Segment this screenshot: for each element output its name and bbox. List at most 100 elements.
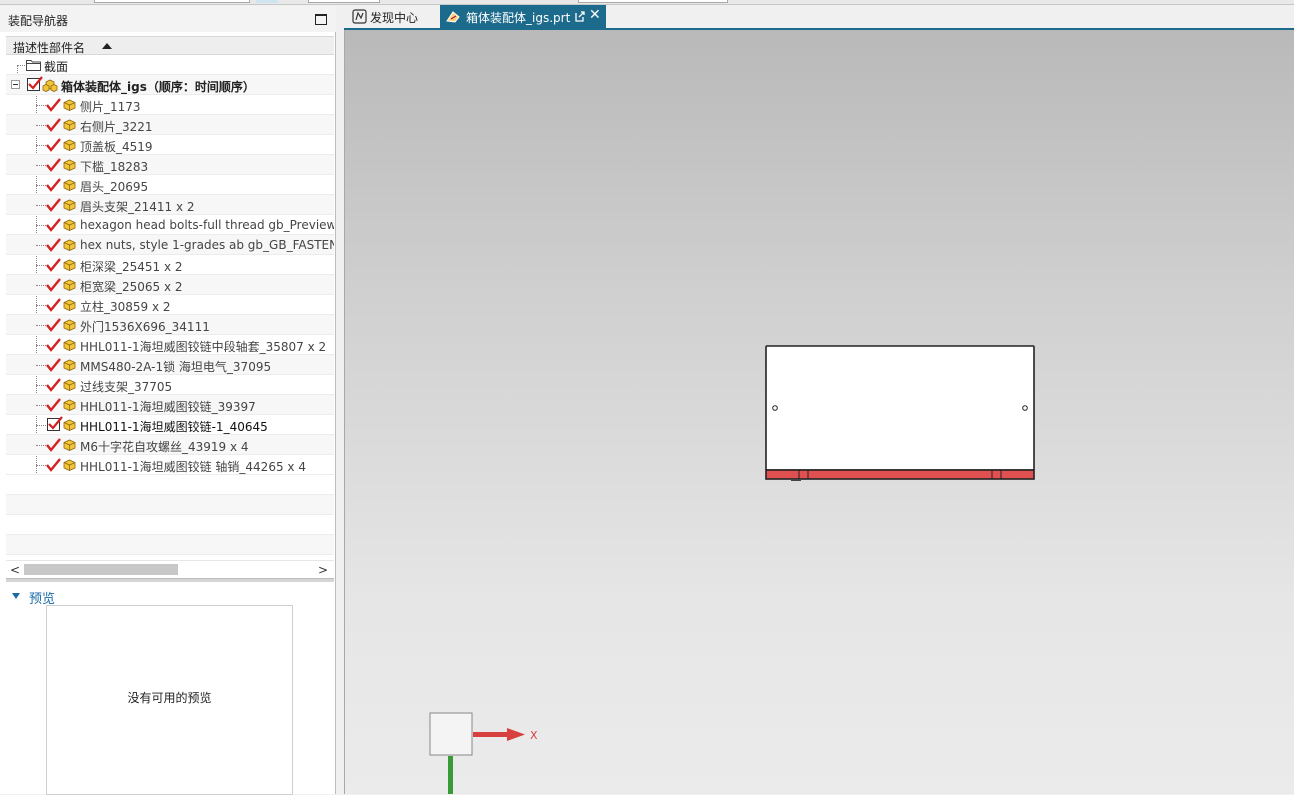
toolbar-field[interactable] <box>308 0 380 3</box>
tab-discovery-center[interactable]: 发现中心 <box>348 5 436 28</box>
tree-row-label: 柜宽梁_25065 x 2 <box>80 280 183 294</box>
red-check-icon[interactable] <box>46 378 61 392</box>
panel-splitter[interactable] <box>6 578 334 582</box>
graphics-viewport[interactable]: X <box>344 30 1294 794</box>
red-check-icon[interactable] <box>46 338 61 352</box>
tree-row-label: 眉头_20695 <box>80 180 149 194</box>
preview-empty-message: 没有可用的预览 <box>127 691 212 705</box>
red-check-icon[interactable] <box>46 318 61 332</box>
red-check-icon[interactable] <box>46 178 61 192</box>
tree-row-component[interactable]: 外门1536X696_34111 <box>6 315 334 335</box>
component-cube-icon <box>63 139 76 151</box>
tree-row-label: 外门1536X696_34111 <box>80 320 210 334</box>
collapse-toggle-icon[interactable] <box>11 80 20 89</box>
red-check-icon[interactable] <box>46 298 61 312</box>
scroll-left-icon[interactable]: < <box>10 563 20 577</box>
tree-row-component[interactable]: 柜宽梁_25065 x 2 <box>6 275 334 295</box>
tree-empty-row <box>6 475 334 495</box>
red-check-icon[interactable] <box>46 458 61 472</box>
red-check-icon[interactable] <box>46 118 61 132</box>
column-header[interactable]: 描述性部件名 <box>6 36 334 55</box>
horizontal-scrollbar[interactable]: < > <box>6 560 334 577</box>
tree-row-component[interactable]: MMS480-2A-1锁 海坦电气_37095 <box>6 355 334 375</box>
red-check-icon[interactable] <box>46 358 61 372</box>
tree-row-component[interactable]: 过线支架_37705 <box>6 375 334 395</box>
tree-row-component[interactable]: 柜深梁_25451 x 2 <box>6 255 334 275</box>
tree-row-label: 过线支架_37705 <box>80 380 173 394</box>
tab-label: 发现中心 <box>370 11 419 25</box>
scrollbar-thumb[interactable] <box>24 564 178 575</box>
tree-row-component[interactable]: 侧片_1173 <box>6 95 334 115</box>
tree-row-component[interactable]: hex nuts, style 1-grades ab gb_GB_FASTEN… <box>6 235 334 255</box>
assembly-icon <box>42 79 58 92</box>
close-icon[interactable]: ✕ <box>589 7 601 23</box>
tree-row-component[interactable]: 立柱_30859 x 2 <box>6 295 334 315</box>
tree-row-label: 顶盖板_4519 <box>80 140 153 154</box>
tree-row-section[interactable]: 截面 <box>6 55 334 75</box>
red-check-icon[interactable] <box>46 138 61 152</box>
tree-row-component[interactable]: HHL011-1海坦威图铰链_39397 <box>6 395 334 415</box>
tree-row-component[interactable]: HHL011-1海坦威图铰链-1_40645 <box>6 415 334 435</box>
collapse-caret-icon[interactable] <box>12 593 20 599</box>
red-check-icon[interactable] <box>46 398 61 412</box>
tree-line <box>36 405 46 406</box>
tree-row-component[interactable]: 眉头_20695 <box>6 175 334 195</box>
tree-line <box>36 205 46 206</box>
tab-assembly-file[interactable]: 箱体装配体_igs.prt ✕ <box>440 5 606 28</box>
red-check-icon[interactable] <box>46 278 61 292</box>
discovery-icon <box>352 9 367 24</box>
tree-line <box>36 165 46 166</box>
component-cube-icon <box>63 259 76 271</box>
tree-row-component[interactable]: 眉头支架_21411 x 2 <box>6 195 334 215</box>
tree-row-label: 箱体装配体_igs（顺序：时间顺序） <box>61 80 255 94</box>
tree-row-label: M6十字花自攻螺丝_43919 x 4 <box>80 440 249 454</box>
component-cube-icon <box>63 159 76 171</box>
tree-empty-row <box>6 495 334 515</box>
red-check-icon[interactable] <box>46 258 61 272</box>
tree-row-component[interactable]: 右侧片_3221 <box>6 115 334 135</box>
component-cube-icon <box>63 239 76 251</box>
tree-row-component[interactable]: HHL011-1海坦威图铰链 轴销_44265 x 4 <box>6 455 334 475</box>
component-cube-icon <box>63 99 76 111</box>
tree-row-component[interactable]: HHL011-1海坦威图铰链中段轴套_35807 x 2 <box>6 335 334 355</box>
maximize-icon[interactable] <box>315 14 327 25</box>
red-check-icon[interactable] <box>46 238 61 252</box>
toolbar-field[interactable] <box>578 0 728 3</box>
toolbar-button[interactable] <box>256 0 278 3</box>
scroll-right-icon[interactable]: > <box>318 563 328 577</box>
toolbar-field[interactable] <box>94 0 250 3</box>
tree-empty-row <box>6 515 334 535</box>
tree-row-label: 截面 <box>44 60 69 74</box>
component-cube-icon <box>63 459 76 471</box>
red-check-icon[interactable] <box>46 198 61 212</box>
tree-row-component[interactable]: M6十字花自攻螺丝_43919 x 4 <box>6 435 334 455</box>
red-check-icon[interactable] <box>46 98 61 112</box>
visibility-checkbox[interactable] <box>47 416 63 431</box>
tree-row-label: 眉头支架_21411 x 2 <box>80 200 195 214</box>
component-cube-icon <box>63 279 76 291</box>
tree-line <box>36 125 46 126</box>
red-check-icon[interactable] <box>46 438 61 452</box>
component-cube-icon <box>63 399 76 411</box>
tree-line <box>36 285 46 286</box>
tree-row-root[interactable]: 箱体装配体_igs（顺序：时间顺序） <box>6 75 334 95</box>
tree-row-label: HHL011-1海坦威图铰链中段轴套_35807 x 2 <box>80 340 327 354</box>
tree-row-component[interactable]: 顶盖板_4519 <box>6 135 334 155</box>
red-check-icon[interactable] <box>46 158 61 172</box>
sort-ascending-icon[interactable] <box>102 43 112 49</box>
tree-line <box>36 445 46 446</box>
red-check-icon[interactable] <box>46 218 61 232</box>
visibility-checkbox[interactable] <box>27 76 43 91</box>
tree-line <box>36 465 46 466</box>
coordinate-triad[interactable]: X <box>429 712 549 794</box>
tree-line <box>36 325 46 326</box>
tree-row-component[interactable]: 下槛_18283 <box>6 155 334 175</box>
tree-line <box>36 105 46 106</box>
x-axis-label: X <box>530 729 538 742</box>
pop-out-icon[interactable] <box>575 11 585 22</box>
tree-line <box>36 305 46 306</box>
tree-row-label: 立柱_30859 x 2 <box>80 300 171 314</box>
cabinet-model[interactable] <box>765 345 1035 481</box>
tree-line <box>36 145 46 146</box>
tree-row-component[interactable]: hexagon head bolts-full thread gb_Previe… <box>6 215 334 235</box>
